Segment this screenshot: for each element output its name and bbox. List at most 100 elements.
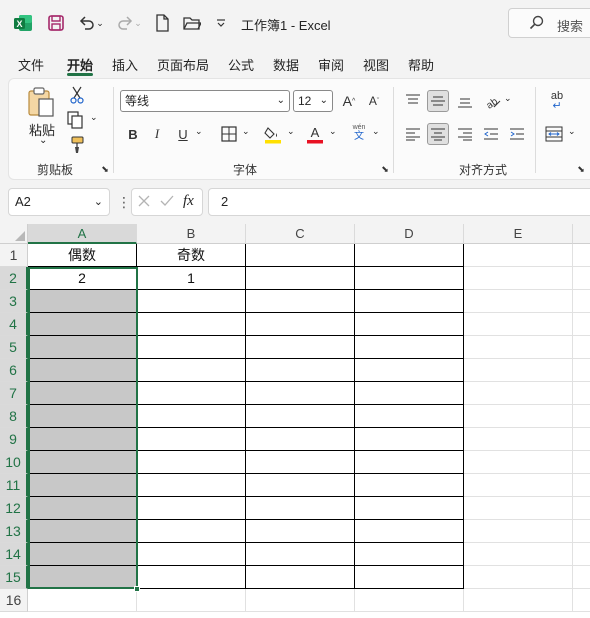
cell-d8[interactable]: [355, 405, 464, 428]
row-header-11[interactable]: 11: [0, 474, 28, 497]
cut-icon[interactable]: [67, 85, 87, 105]
name-box[interactable]: A2 ⌄: [8, 188, 110, 216]
alignment-launcher-icon[interactable]: ⬊: [575, 163, 587, 175]
cell-e2[interactable]: [464, 267, 573, 290]
cell-b8[interactable]: [137, 405, 246, 428]
cell-b9[interactable]: [137, 428, 246, 451]
cell-c12[interactable]: [246, 497, 355, 520]
cell-d6[interactable]: [355, 359, 464, 382]
cell-c6[interactable]: [246, 359, 355, 382]
cell-a7[interactable]: [28, 382, 137, 405]
cell-e9[interactable]: [464, 428, 573, 451]
tab-page-layout[interactable]: 页面布局: [157, 55, 209, 74]
cell-c2[interactable]: [246, 267, 355, 290]
cell-d5[interactable]: [355, 336, 464, 359]
cell-c4[interactable]: [246, 313, 355, 336]
cell-f14[interactable]: [573, 543, 590, 566]
paste-icon[interactable]: [27, 85, 57, 119]
cell-b2[interactable]: 1: [137, 267, 246, 290]
row-header-5[interactable]: 5: [0, 336, 28, 359]
phonetic-dropdown-icon[interactable]: ⌄: [372, 126, 380, 137]
cell-a10[interactable]: [28, 451, 137, 474]
font-color-dropdown-icon[interactable]: ⌄: [329, 126, 337, 137]
customize-toolbar-icon[interactable]: [210, 12, 232, 34]
cell-c14[interactable]: [246, 543, 355, 566]
cell-e1[interactable]: [464, 244, 573, 267]
cell-f5[interactable]: [573, 336, 590, 359]
cell-f1[interactable]: [573, 244, 590, 267]
merge-center-icon[interactable]: [543, 123, 565, 145]
tab-review[interactable]: 审阅: [318, 55, 344, 74]
orientation-dropdown-icon[interactable]: ⌄: [504, 93, 512, 104]
cell-b12[interactable]: [137, 497, 246, 520]
cell-b3[interactable]: [137, 290, 246, 313]
row-header-6[interactable]: 6: [0, 359, 28, 382]
borders-icon[interactable]: [219, 123, 239, 145]
cell-e8[interactable]: [464, 405, 573, 428]
cell-f11[interactable]: [573, 474, 590, 497]
cell-a15[interactable]: [28, 566, 137, 589]
cell-a9[interactable]: [28, 428, 137, 451]
undo-dropdown-icon[interactable]: ⌄: [94, 12, 106, 34]
fill-color-dropdown-icon[interactable]: ⌄: [287, 126, 295, 137]
cell-f15[interactable]: [573, 566, 590, 589]
underline-button[interactable]: U: [173, 123, 193, 145]
row-header-8[interactable]: 8: [0, 405, 28, 428]
wrap-text-icon[interactable]: ab ↵: [546, 91, 568, 112]
cell-b1[interactable]: 奇数: [137, 244, 246, 267]
copy-dropdown-icon[interactable]: ⌄: [90, 112, 98, 123]
row-header-16[interactable]: 16: [0, 589, 28, 612]
cell-e4[interactable]: [464, 313, 573, 336]
copy-icon[interactable]: [65, 110, 85, 130]
cell-a12[interactable]: [28, 497, 137, 520]
merge-dropdown-icon[interactable]: ⌄: [568, 126, 576, 137]
format-painter-icon[interactable]: [67, 135, 87, 155]
align-top-icon[interactable]: [402, 90, 424, 112]
cell-b11[interactable]: [137, 474, 246, 497]
column-header-f[interactable]: [573, 224, 590, 244]
cell-c5[interactable]: [246, 336, 355, 359]
cell-c1[interactable]: [246, 244, 355, 267]
cell-f9[interactable]: [573, 428, 590, 451]
cell-c15[interactable]: [246, 566, 355, 589]
fill-handle[interactable]: [134, 586, 140, 592]
cell-d12[interactable]: [355, 497, 464, 520]
cell-b10[interactable]: [137, 451, 246, 474]
font-size-select[interactable]: 12 ⌄: [293, 90, 333, 112]
column-header-c[interactable]: C: [246, 224, 355, 244]
enter-icon[interactable]: [160, 194, 174, 211]
row-header-12[interactable]: 12: [0, 497, 28, 520]
cell-a14[interactable]: [28, 543, 137, 566]
cell-e7[interactable]: [464, 382, 573, 405]
italic-button[interactable]: I: [147, 123, 167, 145]
cell-e10[interactable]: [464, 451, 573, 474]
tab-home[interactable]: 开始: [67, 55, 93, 74]
cell-d4[interactable]: [355, 313, 464, 336]
text-orientation-icon[interactable]: ab: [481, 90, 503, 112]
cell-b16[interactable]: [137, 589, 246, 612]
decrease-font-size-icon[interactable]: Aˇ: [364, 90, 384, 112]
row-header-15[interactable]: 15: [0, 566, 28, 589]
save-icon[interactable]: [45, 12, 67, 34]
row-header-7[interactable]: 7: [0, 382, 28, 405]
insert-function-icon[interactable]: fx: [183, 193, 194, 210]
row-header-10[interactable]: 10: [0, 451, 28, 474]
cell-c11[interactable]: [246, 474, 355, 497]
align-bottom-icon[interactable]: [454, 90, 476, 112]
open-folder-icon[interactable]: [181, 12, 203, 34]
cell-d7[interactable]: [355, 382, 464, 405]
cell-e14[interactable]: [464, 543, 573, 566]
cell-c7[interactable]: [246, 382, 355, 405]
cell-f12[interactable]: [573, 497, 590, 520]
increase-font-size-icon[interactable]: A ^: [339, 90, 359, 112]
tab-help[interactable]: 帮助: [408, 55, 434, 74]
cell-a11[interactable]: [28, 474, 137, 497]
cell-e13[interactable]: [464, 520, 573, 543]
row-header-2[interactable]: 2: [0, 267, 28, 290]
cell-b6[interactable]: [137, 359, 246, 382]
more-options-icon[interactable]: ⋮: [117, 194, 131, 211]
new-file-icon[interactable]: [151, 12, 173, 34]
cell-a16[interactable]: [28, 589, 137, 612]
cell-d1[interactable]: [355, 244, 464, 267]
cell-d11[interactable]: [355, 474, 464, 497]
